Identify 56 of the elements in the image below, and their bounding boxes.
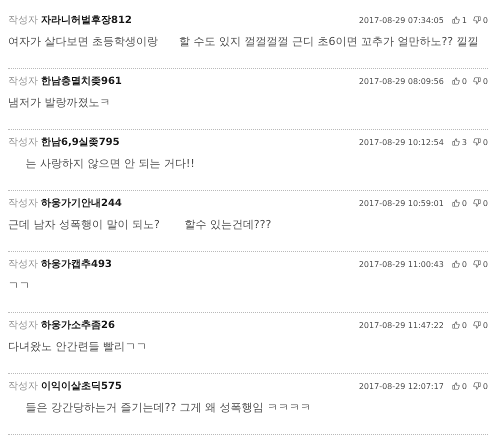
thumbs-up-icon[interactable] bbox=[452, 321, 460, 329]
comment-text: 근데 남자 성폭행이 말이 되노? 할수 있는건데??? bbox=[8, 217, 272, 232]
thumbs-up-icon[interactable] bbox=[452, 138, 460, 146]
dislike-count: 0 bbox=[482, 138, 488, 146]
like-count: 0 bbox=[462, 76, 467, 86]
timestamp: 2017-08-29 07:34:05 bbox=[358, 16, 444, 24]
author-label: 작성자 bbox=[8, 258, 38, 271]
timestamp: 2017-08-29 10:12:54 bbox=[358, 138, 444, 146]
dislike-count: 0 bbox=[482, 382, 488, 390]
author-label: 작성자 bbox=[8, 319, 38, 332]
author-name: 자라니허벌후장812 bbox=[41, 14, 132, 27]
thumbs-up-icon[interactable] bbox=[452, 260, 460, 268]
like-count: 0 bbox=[462, 198, 467, 208]
thumbs-up-icon[interactable] bbox=[452, 199, 460, 207]
author-name: 한남충멸치좆961 bbox=[41, 75, 122, 88]
author-label: 작성자 bbox=[8, 197, 38, 210]
thumbs-down-icon[interactable] bbox=[472, 199, 481, 207]
dislike-count: 0 bbox=[482, 16, 488, 24]
author-name: 하웅가소추좀26 bbox=[41, 319, 115, 332]
like-count: 0 bbox=[462, 320, 467, 330]
like-count: 0 bbox=[462, 382, 467, 390]
thumbs-down-icon[interactable] bbox=[472, 16, 481, 24]
thumbs-down-icon[interactable] bbox=[472, 382, 481, 390]
author-label: 작성자 bbox=[8, 14, 38, 27]
comment-text: 다녀왔노 안간련들 빨리ㄱㄱ bbox=[8, 339, 148, 354]
thumbs-down-icon[interactable] bbox=[472, 260, 481, 268]
dislike-count: 0 bbox=[482, 198, 488, 208]
thumbs-down-icon[interactable] bbox=[472, 321, 481, 329]
author-name: 하웅가캡추493 bbox=[41, 258, 112, 271]
thumbs-down-icon[interactable] bbox=[472, 138, 481, 146]
author-name: 하웅가기안내244 bbox=[41, 197, 122, 210]
author-label: 작성자 bbox=[8, 380, 38, 393]
timestamp: 2017-08-29 08:09:56 bbox=[358, 76, 444, 86]
thumbs-down-icon[interactable] bbox=[472, 77, 481, 85]
comment-text: 여자가 살다보면 초등학생이랑 할 수도 있지 껄껄껄껄 근디 초6이면 꼬추가 얼만하노?? 낄낄 bbox=[8, 34, 480, 49]
timestamp: 2017-08-29 10:59:01 bbox=[358, 198, 444, 208]
dislike-count: 0 bbox=[482, 320, 488, 330]
comment-text: 는 사랑하지 않으면 안 되는 거다!! bbox=[24, 156, 196, 171]
dislike-count: 0 bbox=[482, 76, 488, 86]
timestamp: 2017-08-29 11:47:22 bbox=[358, 320, 444, 330]
like-count: 0 bbox=[462, 260, 467, 268]
like-count: 1 bbox=[462, 16, 467, 24]
author-name: 이익이살초딕575 bbox=[41, 380, 122, 393]
timestamp: 2017-08-29 12:07:17 bbox=[358, 382, 444, 390]
comment-text: 냄저가 발랑까졌노ㅋ bbox=[8, 95, 112, 110]
thumbs-up-icon[interactable] bbox=[452, 382, 460, 390]
timestamp: 2017-08-29 11:00:43 bbox=[358, 260, 444, 268]
like-count: 3 bbox=[462, 138, 467, 146]
comment-text: ㄱㄱ bbox=[8, 278, 31, 293]
dislike-count: 0 bbox=[482, 260, 488, 268]
thumbs-up-icon[interactable] bbox=[452, 77, 460, 85]
comment-text: 들은 강간당하는거 즐기는데?? 그게 왜 성폭행임 ㅋㅋㅋㅋ bbox=[24, 400, 312, 415]
author-name: 한남6,9실좆795 bbox=[41, 136, 120, 149]
author-label: 작성자 bbox=[8, 136, 38, 149]
thumbs-up-icon[interactable] bbox=[452, 16, 460, 24]
author-label: 작성자 bbox=[8, 75, 38, 88]
